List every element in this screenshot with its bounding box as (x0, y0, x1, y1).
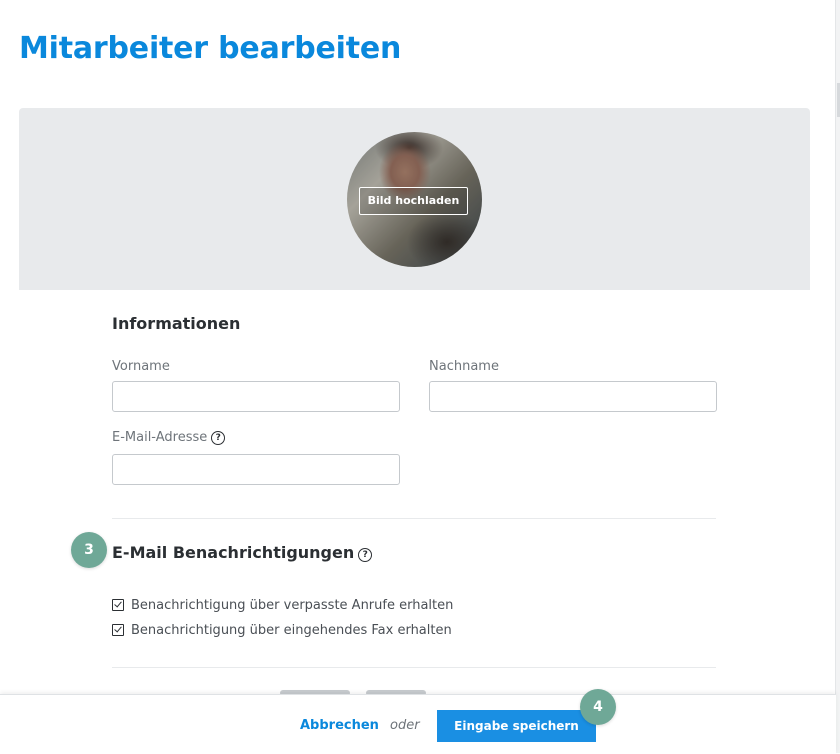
email-notifications-heading: E-Mail Benachrichtigungen (112, 543, 355, 562)
last-name-label: Nachname (429, 359, 499, 374)
or-separator: oder (390, 718, 420, 733)
notify-fax-label: Benachrichtigung über eingehendes Fax er… (131, 622, 452, 638)
section-divider (112, 518, 716, 519)
step-badge-4: 4 (580, 689, 616, 725)
first-name-label: Vorname (112, 359, 170, 374)
section-divider (112, 667, 716, 668)
notify-missed-calls-option[interactable]: Benachrichtigung über verpasste Anrufe e… (112, 597, 453, 613)
notify-missed-calls-label: Benachrichtigung über verpasste Anrufe e… (131, 597, 454, 613)
cancel-link[interactable]: Abbrechen (300, 718, 379, 733)
avatar: Bild hochladen (347, 132, 482, 267)
notifications-help-icon[interactable]: ? (358, 548, 373, 562)
email-label: E-Mail-Adresse (112, 430, 208, 445)
information-heading: Informationen (112, 314, 241, 333)
first-name-input[interactable] (112, 381, 400, 412)
notify-fax-checkbox[interactable] (112, 624, 124, 636)
save-button[interactable]: Eingabe speichern (437, 710, 596, 742)
avatar-panel: Bild hochladen (19, 108, 810, 290)
notify-missed-calls-checkbox[interactable] (112, 599, 124, 611)
page-title: Mitarbeiter bearbeiten (19, 31, 402, 66)
email-label-row: E-Mail-Adresse? (112, 430, 226, 445)
upload-image-button[interactable]: Bild hochladen (359, 187, 468, 215)
action-footer: Abbrechen oder Eingabe speichern (0, 694, 836, 754)
step-badge-3: 3 (71, 532, 107, 568)
notify-fax-option[interactable]: Benachrichtigung über eingehendes Fax er… (112, 622, 452, 638)
email-help-icon[interactable]: ? (211, 431, 226, 445)
email-input[interactable] (112, 454, 400, 485)
window-edge (835, 0, 840, 753)
last-name-input[interactable] (429, 381, 717, 412)
email-notifications-heading-row: E-Mail Benachrichtigungen? (112, 543, 373, 562)
